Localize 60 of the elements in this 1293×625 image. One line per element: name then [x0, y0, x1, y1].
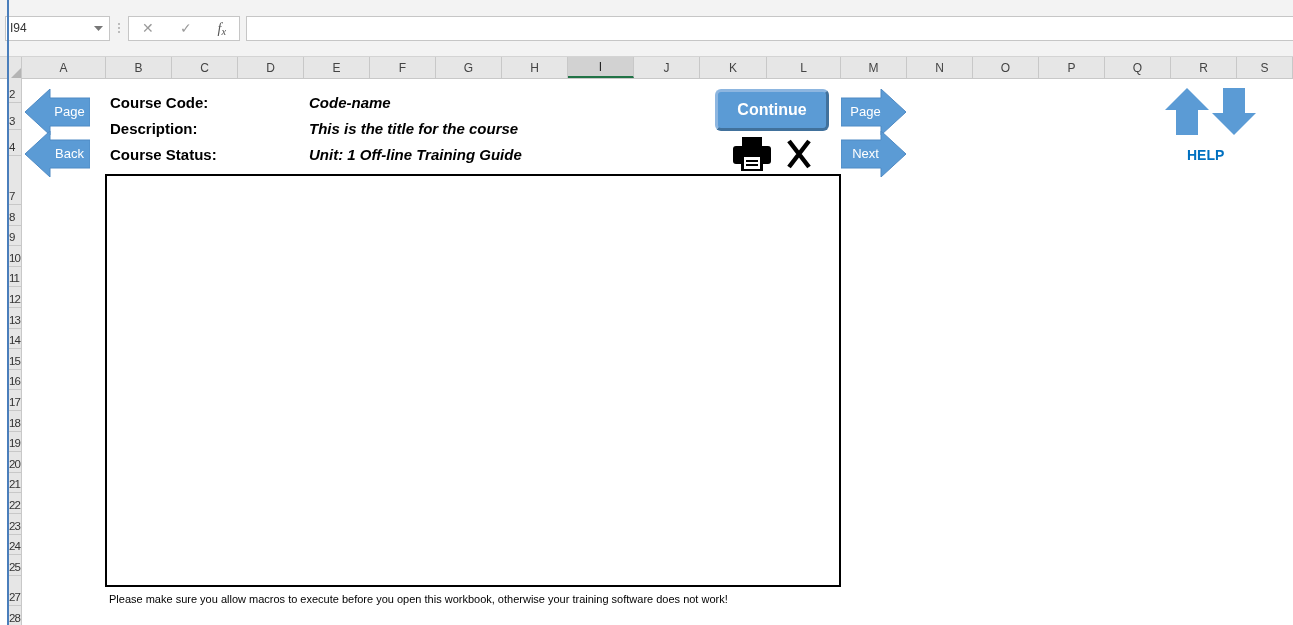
row-header[interactable]: 21: [9, 477, 20, 492]
close-icon[interactable]: [786, 139, 812, 169]
insert-function-button[interactable]: f$_{x}$: [217, 17, 227, 39]
column-header[interactable]: J: [634, 57, 700, 78]
row-header[interactable]: 17: [9, 395, 20, 409]
column-header[interactable]: Q: [1105, 57, 1171, 78]
down-arrow-icon[interactable]: [1212, 88, 1256, 135]
column-header[interactable]: R: [1171, 57, 1237, 78]
row-header[interactable]: 12: [9, 292, 20, 306]
column-header[interactable]: M: [841, 57, 907, 78]
row-header[interactable]: 23: [9, 518, 20, 533]
row-header[interactable]: 9: [9, 230, 15, 245]
row-header[interactable]: 7: [9, 189, 15, 203]
field-label: Description:: [110, 119, 198, 139]
column-header[interactable]: D: [238, 57, 304, 78]
help-link[interactable]: HELP: [1187, 145, 1225, 166]
row-header[interactable]: 11: [9, 271, 19, 286]
field-label: Course Code:: [110, 93, 209, 113]
column-header[interactable]: N: [907, 57, 973, 78]
row-header[interactable]: 18: [9, 415, 20, 430]
column-header[interactable]: K: [700, 57, 767, 78]
dropdown-caret-icon: [94, 25, 103, 31]
row-header[interactable]: 3: [9, 114, 15, 128]
row-header[interactable]: 4: [9, 140, 15, 154]
column-header[interactable]: G: [436, 57, 502, 78]
row-header[interactable]: 27: [9, 590, 20, 604]
row-header[interactable]: 13: [9, 312, 20, 327]
row-header[interactable]: 2: [9, 87, 15, 101]
field-value: This is the title for the course: [309, 119, 519, 139]
up-arrow-icon[interactable]: [1165, 88, 1209, 135]
field-value: Unit: 1 Off-line Training Guide: [309, 145, 522, 165]
column-header[interactable]: O: [973, 57, 1039, 78]
column-header[interactable]: A: [22, 57, 106, 78]
column-header[interactable]: E: [304, 57, 370, 78]
field-label: Course Status:: [110, 145, 217, 165]
macro-warning-note: Please make sure you allow macros to execute before you open this workbook, otherwise your training software does not work!: [109, 592, 728, 607]
row-header[interactable]: 28: [9, 610, 20, 625]
formula-input[interactable]: [246, 15, 1293, 41]
column-header[interactable]: S: [1237, 57, 1293, 78]
column-header[interactable]: B: [106, 57, 172, 78]
row-header[interactable]: 19: [9, 436, 20, 451]
column-header[interactable]: F: [370, 57, 436, 78]
column-header[interactable]: L: [767, 57, 841, 78]
column-header[interactable]: C: [172, 57, 238, 78]
column-header[interactable]: I: [568, 57, 634, 78]
printer-icon[interactable]: [733, 137, 771, 171]
corner-triangle-icon: [11, 68, 21, 78]
row-header[interactable]: 22: [9, 498, 20, 512]
grip-icon: [116, 21, 122, 35]
row-header[interactable]: 24: [9, 539, 20, 554]
name-box[interactable]: I94: [5, 15, 110, 41]
row-header[interactable]: 16: [9, 374, 20, 389]
row-header[interactable]: 15: [9, 353, 20, 368]
row-header[interactable]: 8: [9, 209, 15, 224]
row-header[interactable]: 20: [9, 456, 20, 471]
row-header[interactable]: 14: [9, 333, 20, 348]
row-header[interactable]: 10: [9, 250, 20, 265]
column-header[interactable]: P: [1039, 57, 1105, 78]
row-header[interactable]: 25: [9, 559, 20, 574]
field-value: Code-name: [309, 93, 391, 113]
